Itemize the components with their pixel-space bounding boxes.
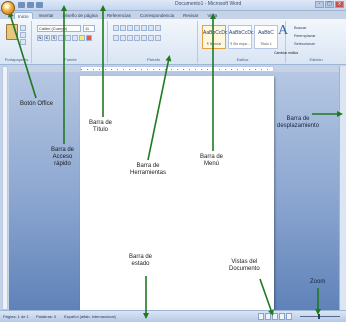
group-caption: Edición <box>309 57 323 62</box>
style-sample: AaBbCcDc <box>229 30 254 36</box>
italic-icon[interactable]: K <box>44 35 50 41</box>
maximize-button[interactable]: ▢ <box>325 1 334 8</box>
paragraph-group: Párrafo <box>110 21 198 63</box>
callout-status-bar: Barra de estado <box>129 254 153 267</box>
style-heading-1[interactable]: AaBbC Título 1 <box>254 25 278 49</box>
quick-access-toolbar <box>18 2 43 8</box>
font-group: Calibri (Cuerpo) 11 N K S Fuente <box>34 21 108 63</box>
bullets-icon[interactable] <box>113 25 119 31</box>
group-caption: Portapapeles <box>4 57 29 62</box>
clipboard-group: Portapapeles <box>2 21 32 63</box>
subscript-icon[interactable] <box>65 35 71 41</box>
highlight-icon[interactable] <box>79 35 85 41</box>
callout-scroll-bar: Barra de desplazamiento <box>277 116 320 129</box>
style-sample: AaBbCcDc <box>203 30 228 36</box>
align-center-icon[interactable] <box>120 35 126 41</box>
callout-zoom: Zoom <box>310 279 326 285</box>
callout-title-bar: Barra de Título <box>89 120 113 133</box>
borders-icon[interactable] <box>155 35 161 41</box>
callout-quick-access: Barra de Acceso rápido <box>51 147 75 167</box>
format-painter-icon[interactable] <box>20 39 26 45</box>
status-bar: Página: 1 de 1 Palabras: 0 Español (alfa… <box>0 310 346 322</box>
align-left-icon[interactable] <box>113 35 119 41</box>
style-normal[interactable]: AaBbCcDc ¶ Normal <box>202 25 228 49</box>
shading-icon[interactable] <box>148 35 154 41</box>
line-spacing-icon[interactable] <box>141 35 147 41</box>
zoom-slider[interactable] <box>300 314 340 319</box>
window-controls: - ▢ x <box>315 1 344 8</box>
font-color-icon[interactable] <box>86 35 92 41</box>
vertical-scrollbar[interactable] <box>339 66 346 310</box>
paste-icon[interactable] <box>6 24 18 40</box>
callout-toolbar: Barra de Herramientas <box>130 163 167 176</box>
undo-icon[interactable] <box>27 2 34 8</box>
underline-icon[interactable]: S <box>51 35 57 41</box>
window-title: Documento1 - Microsoft Word <box>175 1 242 7</box>
numbering-icon[interactable] <box>120 25 126 31</box>
callout-document-views: Vistas del Documento <box>229 259 260 272</box>
word-count[interactable]: Palabras: 0 <box>36 314 56 319</box>
editing-group: Buscar Reemplazar Seleccionar Edición <box>288 21 344 63</box>
group-caption: Fuente <box>64 57 77 62</box>
group-caption: Párrafo <box>146 57 161 62</box>
change-styles-icon[interactable]: A <box>278 23 288 39</box>
style-sample: AaBbC <box>258 30 274 36</box>
redo-icon[interactable] <box>36 2 43 8</box>
save-icon[interactable] <box>18 2 25 8</box>
close-button[interactable]: x <box>335 1 344 8</box>
font-name-field[interactable]: Calibri (Cuerpo) <box>37 25 81 32</box>
style-name: Título 1 <box>260 42 272 46</box>
minimize-button[interactable]: - <box>315 1 324 8</box>
word-window-screenshot: Documento1 - Microsoft Word - ▢ x Inicio… <box>0 0 346 322</box>
style-name: ¶ Normal <box>206 42 222 46</box>
page-count[interactable]: Página: 1 de 1 <box>3 314 29 319</box>
group-caption: Estilos <box>236 57 249 62</box>
document-page[interactable] <box>80 76 274 310</box>
full-screen-view-button[interactable] <box>265 313 271 320</box>
decrease-indent-icon[interactable] <box>134 25 140 31</box>
copy-icon[interactable] <box>20 32 26 38</box>
cut-icon[interactable] <box>20 25 26 31</box>
find-button[interactable]: Buscar <box>294 25 306 30</box>
sort-icon[interactable] <box>148 25 154 31</box>
language-indicator[interactable]: Español (alfab. internacional) <box>64 314 116 319</box>
styles-group: AaBbCcDc ¶ Normal AaBbCcDc ¶ Sin espa...… <box>200 21 286 63</box>
replace-button[interactable]: Reemplazar <box>294 33 316 38</box>
web-layout-view-button[interactable] <box>272 313 278 320</box>
draft-view-button[interactable] <box>286 313 292 320</box>
horizontal-ruler <box>80 66 274 72</box>
multilevel-list-icon[interactable] <box>127 25 133 31</box>
strikethrough-icon[interactable] <box>58 35 64 41</box>
callout-menu-bar: Barra de Menú <box>200 154 224 167</box>
callout-office-button: Botón Office <box>20 101 53 107</box>
outline-view-button[interactable] <box>279 313 285 320</box>
style-name: ¶ Sin espa... <box>230 42 250 46</box>
increase-indent-icon[interactable] <box>141 25 147 31</box>
justify-icon[interactable] <box>134 35 140 41</box>
align-right-icon[interactable] <box>127 35 133 41</box>
vertical-ruler <box>2 66 8 310</box>
view-buttons <box>258 313 292 320</box>
title-bar: Documento1 - Microsoft Word - ▢ x <box>0 0 346 11</box>
ribbon: Portapapeles Calibri (Cuerpo) 11 N K S F… <box>0 19 346 65</box>
style-no-spacing[interactable]: AaBbCcDc ¶ Sin espa... <box>228 25 254 49</box>
select-button[interactable]: Seleccionar <box>294 41 315 46</box>
show-marks-icon[interactable] <box>155 25 161 31</box>
font-size-field[interactable]: 11 <box>83 25 95 32</box>
office-button[interactable] <box>1 1 15 15</box>
superscript-icon[interactable] <box>72 35 78 41</box>
bold-icon[interactable]: N <box>37 35 43 41</box>
print-layout-view-button[interactable] <box>258 313 264 320</box>
